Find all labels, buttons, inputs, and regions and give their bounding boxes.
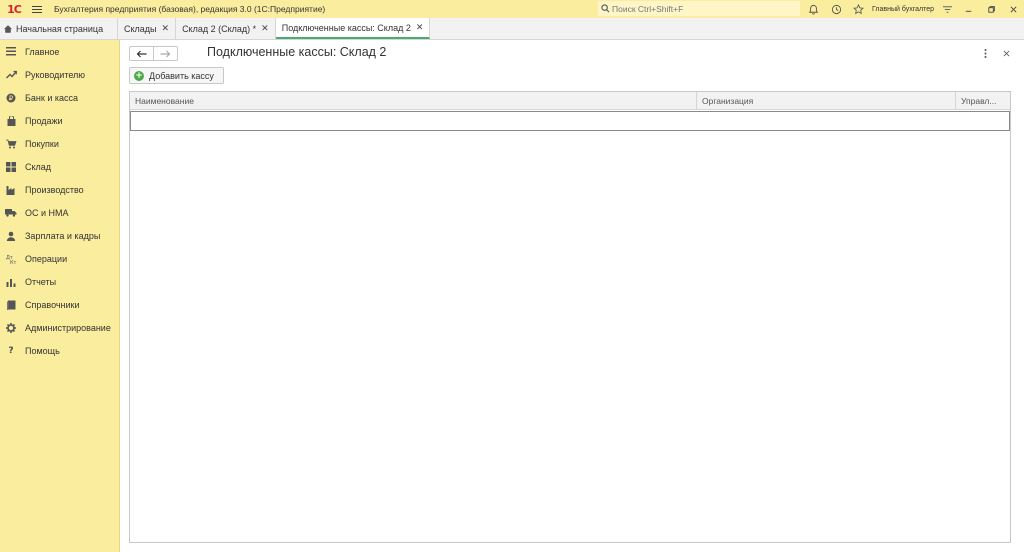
sidebar-item-bank[interactable]: ₽ Банк и касса <box>0 86 119 109</box>
sidebar-item-label: Администрирование <box>25 322 111 333</box>
sidebar-item-salary[interactable]: Зарплата и кадры <box>0 224 119 247</box>
tab-home[interactable]: Начальная страница <box>0 18 118 39</box>
book-icon <box>5 299 17 311</box>
sidebar-item-purchases[interactable]: Покупки <box>0 132 119 155</box>
dt-kt-icon: Дт Кт <box>5 253 17 265</box>
1c-logo-icon: 1С <box>7 2 22 16</box>
cart-icon <box>5 138 17 150</box>
user-name[interactable]: Главный бухгалтер <box>872 0 934 18</box>
sidebar-item-help[interactable]: ? Помощь <box>0 339 119 362</box>
add-register-button[interactable]: + Добавить кассу <box>129 67 224 84</box>
tabs-bar: Начальная страница Склады ✕ Склад 2 (Скл… <box>0 18 1024 40</box>
factory-icon <box>5 184 17 196</box>
table-header: Наименование Организация Управл... <box>130 92 1010 110</box>
sidebar-item-warehouse[interactable]: Склад <box>0 155 119 178</box>
tab-warehouse-2[interactable]: Склад 2 (Склад) * ✕ <box>176 18 276 39</box>
menu-lines-icon <box>5 46 17 58</box>
history-nav <box>129 46 178 61</box>
truck-icon <box>5 207 17 219</box>
minimize-icon[interactable] <box>958 0 978 18</box>
sidebar-item-production[interactable]: Производство <box>0 178 119 201</box>
table-row[interactable] <box>130 111 1010 131</box>
tab-close-icon[interactable]: ✕ <box>416 23 424 33</box>
column-header-name[interactable]: Наименование <box>130 92 697 110</box>
sidebar-item-label: Справочники <box>25 299 80 310</box>
sidebar-item-main[interactable]: Главное <box>0 40 119 63</box>
back-button[interactable] <box>130 47 154 60</box>
tab-close-icon[interactable]: ✕ <box>162 24 170 34</box>
tab-label: Подключенные кассы: Склад 2 <box>281 22 411 33</box>
star-icon[interactable] <box>848 0 868 18</box>
restore-icon[interactable] <box>981 0 1001 18</box>
bell-icon[interactable] <box>803 0 823 18</box>
sidebar-item-label: Зарплата и кадры <box>25 230 101 241</box>
coin-icon: ₽ <box>5 92 17 104</box>
sidebar-item-assets[interactable]: ОС и НМА <box>0 201 119 224</box>
svg-text:₽: ₽ <box>9 94 14 102</box>
sidebar-item-label: Производство <box>25 184 84 195</box>
search-icon <box>601 4 610 13</box>
page-title: Подключенные кассы: Склад 2 <box>207 45 387 59</box>
add-register-label: Добавить кассу <box>149 70 214 81</box>
warehouse-icon <box>5 161 17 173</box>
tab-label: Начальная страница <box>16 23 104 34</box>
sidebar-item-label: Банк и касса <box>25 92 78 103</box>
search-box[interactable] <box>598 1 800 16</box>
close-icon[interactable] <box>1003 0 1023 18</box>
bag-icon <box>5 115 17 127</box>
history-icon[interactable] <box>826 0 846 18</box>
sidebar-item-label: Главное <box>25 46 60 57</box>
sidebar-item-label: Помощь <box>25 345 60 356</box>
sidebar-item-admin[interactable]: Администрирование <box>0 316 119 339</box>
question-icon: ? <box>8 345 14 356</box>
forward-button[interactable] <box>154 47 177 60</box>
sidebar-item-catalogs[interactable]: Справочники <box>0 293 119 316</box>
sidebar-item-label: Руководителю <box>25 69 86 80</box>
sidebar-item-operations[interactable]: Дт Кт Операции <box>0 247 119 270</box>
sidebar-item-sales[interactable]: Продажи <box>0 109 119 132</box>
plus-circle-icon: + <box>134 70 144 81</box>
tab-connected-registers[interactable]: Подключенные кассы: Склад 2 ✕ <box>275 18 431 39</box>
sidebar: Главное Руководителю ₽ Банк и касса Прод… <box>0 40 120 552</box>
sidebar-item-label: ОС и НМА <box>25 207 69 218</box>
sidebar-item-label: Покупки <box>25 138 59 149</box>
bar-chart-icon <box>5 276 17 288</box>
sidebar-item-label: Продажи <box>25 115 63 126</box>
close-form-icon[interactable] <box>999 46 1013 60</box>
svg-text:Кт: Кт <box>10 260 17 264</box>
gear-icon <box>5 322 17 334</box>
sidebar-item-label: Операции <box>25 253 68 264</box>
sidebar-item-director[interactable]: Руководителю <box>0 63 119 86</box>
app-title: Бухгалтерия предприятия (базовая), редак… <box>54 4 326 14</box>
sidebar-item-label: Отчеты <box>25 276 57 287</box>
main-content: Подключенные кассы: Склад 2 + Добавить к… <box>121 40 1024 552</box>
title-bar: 1С Бухгалтерия предприятия (базовая), ре… <box>0 0 1024 18</box>
settings-lines-icon[interactable] <box>937 0 957 18</box>
column-header-control[interactable]: Управл... <box>956 92 1010 110</box>
arrow-right-icon <box>160 50 171 57</box>
sidebar-item-label: Склад <box>25 161 52 172</box>
tab-label: Склад 2 (Склад) * <box>182 23 257 34</box>
tab-warehouses[interactable]: Склады ✕ <box>118 18 177 39</box>
more-vertical-icon[interactable] <box>979 46 991 60</box>
search-input[interactable] <box>612 3 792 14</box>
tab-close-icon[interactable]: ✕ <box>261 24 269 34</box>
trend-icon <box>5 69 17 81</box>
person-icon <box>5 230 17 242</box>
main-menu-icon[interactable] <box>26 0 48 18</box>
column-header-organization[interactable]: Организация <box>697 92 956 110</box>
registers-table: Наименование Организация Управл... <box>129 91 1011 543</box>
sidebar-item-reports[interactable]: Отчеты <box>0 270 119 293</box>
arrow-left-icon <box>136 50 147 57</box>
home-icon <box>0 18 16 40</box>
tab-label: Склады <box>124 23 157 34</box>
